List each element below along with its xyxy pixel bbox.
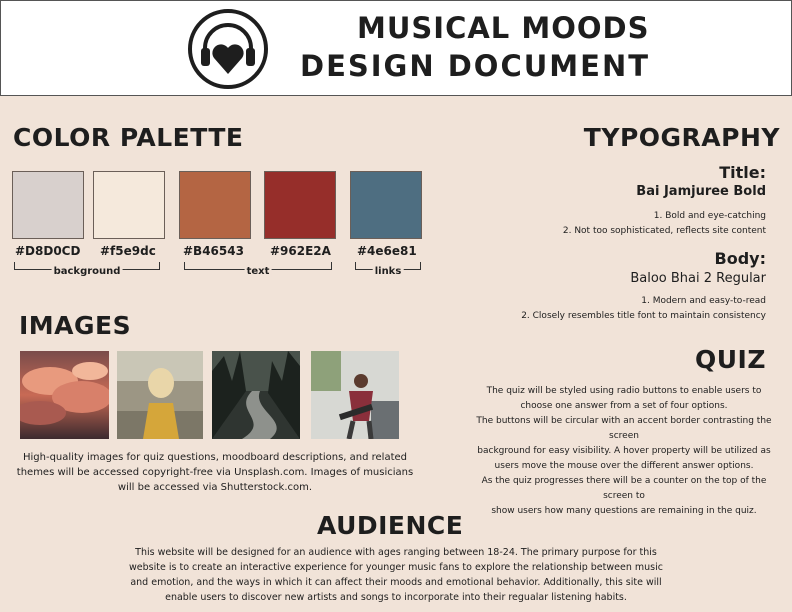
list-item: 2. Closely resembles title font to maint… bbox=[521, 311, 766, 321]
audience-line: enable users to discover new artists and… bbox=[165, 592, 627, 603]
quiz-line: users move the mouse over the different … bbox=[494, 461, 754, 471]
guitarist-on-stage-photo bbox=[311, 351, 399, 439]
swatch-label: #f5e9dc bbox=[100, 244, 156, 258]
swatch-label: #4e6e81 bbox=[357, 244, 417, 258]
title-font-label: Title: bbox=[719, 163, 766, 182]
audience-line: and emotion, and the ways in which it ca… bbox=[130, 577, 662, 588]
quiz-line: As the quiz progresses there will be a c… bbox=[481, 476, 767, 501]
audience-heading: AUDIENCE bbox=[317, 511, 464, 540]
swatch-label: #962E2A bbox=[270, 244, 331, 258]
quiz-line: choose one answer from a set of four opt… bbox=[520, 401, 728, 411]
document-title-line2: DESIGN DOCUMENT bbox=[300, 49, 651, 83]
quiz-heading: QUIZ bbox=[695, 345, 766, 374]
audience-line: This website will be designed for an aud… bbox=[135, 547, 657, 558]
document-header: MUSICAL MOODS DESIGN DOCUMENT bbox=[0, 0, 792, 96]
title-font-name: Bai Jamjuree Bold bbox=[636, 184, 766, 199]
quiz-line: background for easy visibility. A hover … bbox=[477, 446, 771, 456]
forest-road-photo bbox=[212, 351, 300, 439]
list-item: 2. Not too sophisticated, reflects site … bbox=[562, 226, 766, 236]
links-group-label: links bbox=[372, 266, 404, 277]
swatch-label: #B46543 bbox=[183, 244, 244, 258]
body-font-label: Body: bbox=[714, 249, 766, 268]
swatch-d8d0cd bbox=[12, 171, 84, 239]
swatch-b46543 bbox=[179, 171, 251, 239]
audience-line: website is to create an interactive expe… bbox=[129, 562, 663, 573]
images-description: High-quality images for quiz questions, … bbox=[16, 452, 414, 493]
background-group-label: background bbox=[51, 266, 123, 277]
woman-laughing-photo bbox=[117, 351, 203, 439]
swatch-f5e9dc bbox=[93, 171, 165, 239]
clouds-photo bbox=[20, 351, 109, 439]
images-heading: IMAGES bbox=[19, 311, 132, 340]
swatch-4e6e81 bbox=[350, 171, 422, 239]
swatch-label: #D8D0CD bbox=[15, 244, 81, 258]
quiz-line: show users how many questions are remain… bbox=[491, 506, 757, 516]
body-font-points: 1. Modern and easy-to-read 2. Closely re… bbox=[521, 294, 766, 324]
title-font-points: 1. Bold and eye-catching 2. Not too soph… bbox=[563, 209, 766, 239]
text-group-label: text bbox=[244, 266, 272, 277]
color-palette-heading: COLOR PALETTE bbox=[13, 123, 244, 152]
list-item: 1. Bold and eye-catching bbox=[653, 211, 766, 221]
quiz-line: The quiz will be styled using radio butt… bbox=[486, 386, 762, 396]
document-title-line1: MUSICAL MOODS bbox=[357, 11, 650, 45]
heart-headphones-icon bbox=[188, 9, 268, 89]
body-font-name: Baloo Bhai 2 Regular bbox=[630, 271, 766, 286]
list-item: 1. Modern and easy-to-read bbox=[641, 296, 766, 306]
swatch-962e2a bbox=[264, 171, 336, 239]
quiz-description: The quiz will be styled using radio butt… bbox=[468, 384, 780, 519]
quiz-line: The buttons will be circular with an acc… bbox=[476, 416, 772, 441]
typography-heading: TYPOGRAPHY bbox=[583, 123, 780, 152]
audience-description: This website will be designed for an aud… bbox=[96, 545, 696, 605]
